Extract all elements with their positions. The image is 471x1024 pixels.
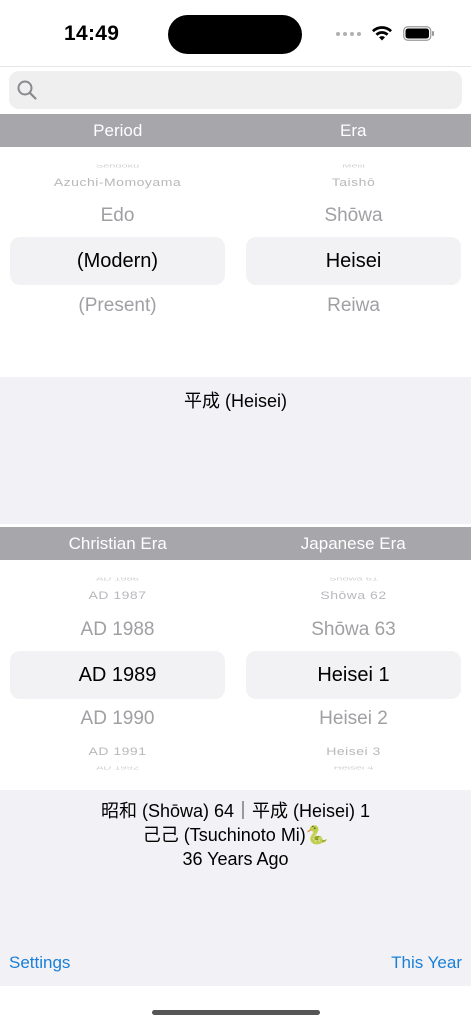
era-option[interactable]: Taishō: [236, 176, 471, 189]
period-column-header: Period: [93, 121, 143, 140]
period-option[interactable]: Sengoku: [0, 165, 235, 168]
status-icons: [336, 25, 435, 42]
japanese-year-wheel[interactable]: Shōwa 61 Shōwa 62 Shōwa 63 Heisei 1 Heis…: [236, 560, 471, 790]
japanese-year-option[interactable]: Heisei 4: [236, 767, 471, 770]
christian-year-wheel[interactable]: AD 1986 AD 1987 AD 1988 AD 1989 AD 1990 …: [0, 560, 235, 790]
era-picker: Sengoku Azuchi-Momoyama Edo (Modern) (Pr…: [0, 147, 471, 377]
years-ago-label: 36 Years Ago: [182, 849, 289, 869]
year-picker-header: Christian Era Japanese Era: [0, 527, 471, 560]
status-bar: 14:49: [0, 0, 471, 66]
christian-year-option[interactable]: AD 1990: [0, 708, 235, 730]
japanese-year-option[interactable]: Shōwa 61: [236, 578, 471, 581]
period-option[interactable]: Azuchi-Momoyama: [0, 176, 235, 189]
this-year-button[interactable]: This Year: [391, 953, 462, 973]
christian-era-column-header: Christian Era: [68, 534, 167, 553]
christian-year-option[interactable]: AD 1987: [0, 589, 235, 602]
era-result-panel: 平成 (Heisei): [0, 377, 471, 524]
period-wheel[interactable]: Sengoku Azuchi-Momoyama Edo (Modern) (Pr…: [0, 147, 235, 377]
japanese-year-option[interactable]: Shōwa 62: [236, 589, 471, 602]
home-indicator[interactable]: [152, 1010, 320, 1015]
era-picker-header: Period Era: [0, 114, 471, 147]
top-divider: [0, 66, 471, 67]
era-option[interactable]: Shōwa: [236, 205, 471, 227]
settings-button[interactable]: Settings: [9, 953, 70, 973]
japanese-year-selected[interactable]: Heisei 1: [236, 651, 471, 699]
era-column-header: Era: [340, 121, 367, 140]
dynamic-island: [168, 15, 302, 54]
era-result-label: 平成 (Heisei): [183, 391, 287, 411]
era-option[interactable]: Meiji: [236, 165, 471, 168]
search-bar[interactable]: [9, 71, 462, 109]
era-selected[interactable]: Heisei: [236, 237, 471, 285]
japanese-year-option[interactable]: Heisei 2: [236, 708, 471, 730]
snake-emoji-icon: 🐍: [305, 825, 329, 845]
battery-icon: [403, 26, 434, 41]
era-wheel[interactable]: Meiji Taishō Shōwa Heisei Reiwa: [236, 147, 471, 377]
period-option[interactable]: Edo: [0, 205, 235, 227]
bottom-bar: [0, 986, 471, 1024]
christian-year-option[interactable]: AD 1991: [0, 745, 235, 758]
period-selected[interactable]: (Modern): [0, 237, 235, 285]
year-picker: AD 1986 AD 1987 AD 1988 AD 1989 AD 1990 …: [0, 560, 471, 790]
christian-year-option[interactable]: AD 1988: [0, 619, 235, 641]
japanese-year-option[interactable]: Heisei 3: [236, 745, 471, 758]
search-input[interactable]: [47, 71, 452, 109]
japanese-year-option[interactable]: Shōwa 63: [236, 619, 471, 641]
zodiac-text: 己己 (Tsuchinoto Mi): [142, 825, 306, 845]
zodiac-label: 己己 (Tsuchinoto Mi)🐍: [0, 823, 471, 847]
year-equivalence-label: 昭和 (Shōwa) 64｜平成 (Heisei) 1: [100, 801, 371, 821]
christian-year-option[interactable]: AD 1986: [0, 578, 235, 581]
status-time: 14:49: [64, 22, 120, 45]
cellular-signal-icon: [336, 31, 361, 36]
wifi-icon: [372, 26, 392, 41]
christian-year-option[interactable]: AD 1992: [0, 767, 235, 770]
period-option[interactable]: (Present): [0, 295, 235, 317]
year-result-text: 昭和 (Shōwa) 64｜平成 (Heisei) 1 己己 (Tsuchino…: [0, 799, 471, 871]
era-option[interactable]: Reiwa: [236, 295, 471, 317]
search-icon: [17, 80, 37, 100]
christian-year-selected[interactable]: AD 1989: [0, 651, 235, 699]
japanese-era-column-header: Japanese Era: [300, 534, 406, 553]
